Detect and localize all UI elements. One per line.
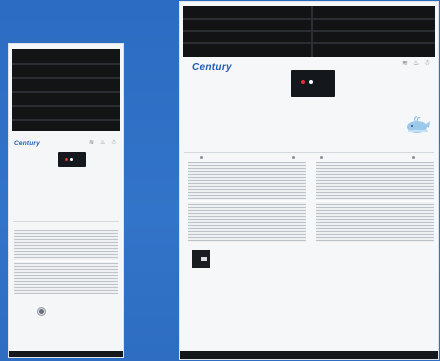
- cool-icon: ☃: [111, 140, 117, 146]
- panel-seam: [13, 221, 119, 222]
- brand-logo: Century: [14, 140, 40, 147]
- status-light-icon: [309, 80, 313, 84]
- product-scene: Century ≋ ♨ ☃ Century ≋ ♨ ☃: [0, 0, 440, 361]
- panel-seam: [184, 152, 434, 153]
- top-air-outlet-grille: [183, 6, 435, 57]
- unit-base: [180, 351, 438, 359]
- heat-icon: ♨: [100, 140, 106, 146]
- brand-logo: Century: [192, 62, 232, 73]
- status-light-icon: [70, 158, 73, 161]
- screw-icon: [200, 156, 203, 159]
- indicator-light-icon: [65, 158, 68, 161]
- pressure-gauge-icon: [37, 307, 46, 316]
- mode-icon: ≋: [89, 140, 95, 146]
- nameplate-label: [192, 250, 210, 268]
- screw-icon: [292, 156, 295, 159]
- cool-icon: ☃: [424, 60, 431, 67]
- heat-icon: ♨: [413, 60, 420, 67]
- unit-base: [9, 351, 123, 357]
- whale-mascot-icon: [407, 116, 430, 133]
- screw-icon: [320, 156, 323, 159]
- top-air-outlet-grille: [12, 49, 120, 131]
- indicator-light-icon: [301, 80, 305, 84]
- small-cabinet-unit: Century ≋ ♨ ☃: [9, 44, 123, 357]
- control-display-panel[interactable]: [58, 152, 86, 167]
- front-air-intake-vent-right: [316, 162, 434, 242]
- screw-icon: [412, 156, 415, 159]
- mode-icon: ≋: [402, 60, 408, 67]
- control-display-panel[interactable]: [291, 70, 335, 97]
- large-cabinet-unit: Century ≋ ♨ ☃: [180, 2, 438, 359]
- front-air-intake-vent: [14, 230, 118, 294]
- front-air-intake-vent-left: [188, 162, 306, 242]
